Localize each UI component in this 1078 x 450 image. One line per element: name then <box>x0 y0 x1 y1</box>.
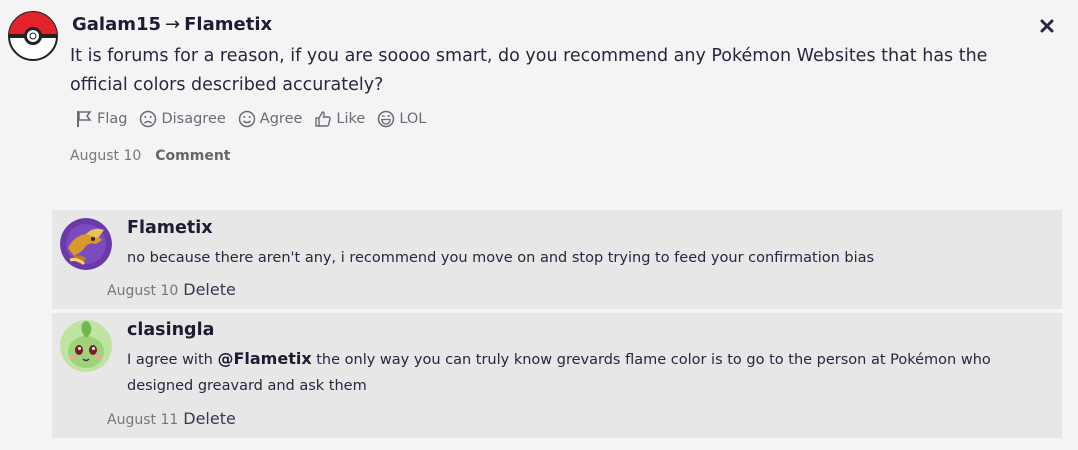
post-date: August 10 <box>70 148 142 164</box>
comment-text: I agree with @Flametix the only way you … <box>127 346 1047 399</box>
comment-item: clasingla I agree with @Flametix the onl… <box>52 313 1062 438</box>
post-header: Galam15 → Flametix <box>72 14 272 35</box>
thumbs-up-icon <box>315 111 332 127</box>
comment-text-before: I agree with <box>127 352 218 368</box>
reaction-bar: Flag Disagree Agree Like LOL <box>75 110 438 128</box>
post-body: It is forums for a reason, if you are so… <box>70 46 988 95</box>
delete-button[interactable]: Delete <box>183 280 236 299</box>
comment-author[interactable]: Flametix <box>127 218 213 238</box>
sad-face-icon <box>140 110 157 128</box>
forum-post: Galam15 → Flametix It is forums for a reas… <box>0 0 1078 450</box>
disagree-button[interactable]: Disagree <box>139 110 226 128</box>
agree-label: Agree <box>259 111 303 127</box>
agree-button[interactable]: Agree <box>238 110 303 128</box>
smile-face-icon <box>238 110 256 128</box>
lol-label: LOL <box>399 111 427 127</box>
comment-author[interactable]: clasingla <box>127 320 214 340</box>
comment-date: August 11 <box>107 412 179 428</box>
like-label: Like <box>336 111 366 127</box>
flag-icon <box>77 111 92 127</box>
lol-button[interactable]: LOL <box>377 110 426 128</box>
post-author[interactable]: Galam15 <box>72 14 161 35</box>
like-button[interactable]: Like <box>314 110 365 128</box>
flametix-avatar[interactable] <box>60 218 112 270</box>
comment-meta: August 10 Delete <box>107 280 236 299</box>
close-icon[interactable] <box>1038 17 1056 35</box>
laugh-face-icon <box>378 110 395 128</box>
flag-button[interactable]: Flag <box>75 110 127 128</box>
comment-item: Flametix no because there aren't any, i … <box>52 210 1062 309</box>
delete-button[interactable]: Delete <box>183 409 236 428</box>
post-recipient[interactable]: Flametix <box>184 14 272 35</box>
post-meta: August 10 Comment <box>70 148 231 164</box>
clasingla-avatar[interactable] <box>60 320 112 372</box>
comment-text: no because there aren't any, i recommend… <box>127 250 875 266</box>
mention-link[interactable]: @Flametix <box>217 349 311 368</box>
comment-date: August 10 <box>107 283 179 299</box>
disagree-label: Disagree <box>161 111 226 127</box>
comment-meta: August 11 Delete <box>107 409 236 428</box>
comment-button[interactable]: Comment <box>155 148 230 164</box>
pokeball-avatar[interactable] <box>8 11 58 61</box>
flag-label: Flag <box>97 111 128 127</box>
recipient-arrow: → <box>165 14 181 35</box>
